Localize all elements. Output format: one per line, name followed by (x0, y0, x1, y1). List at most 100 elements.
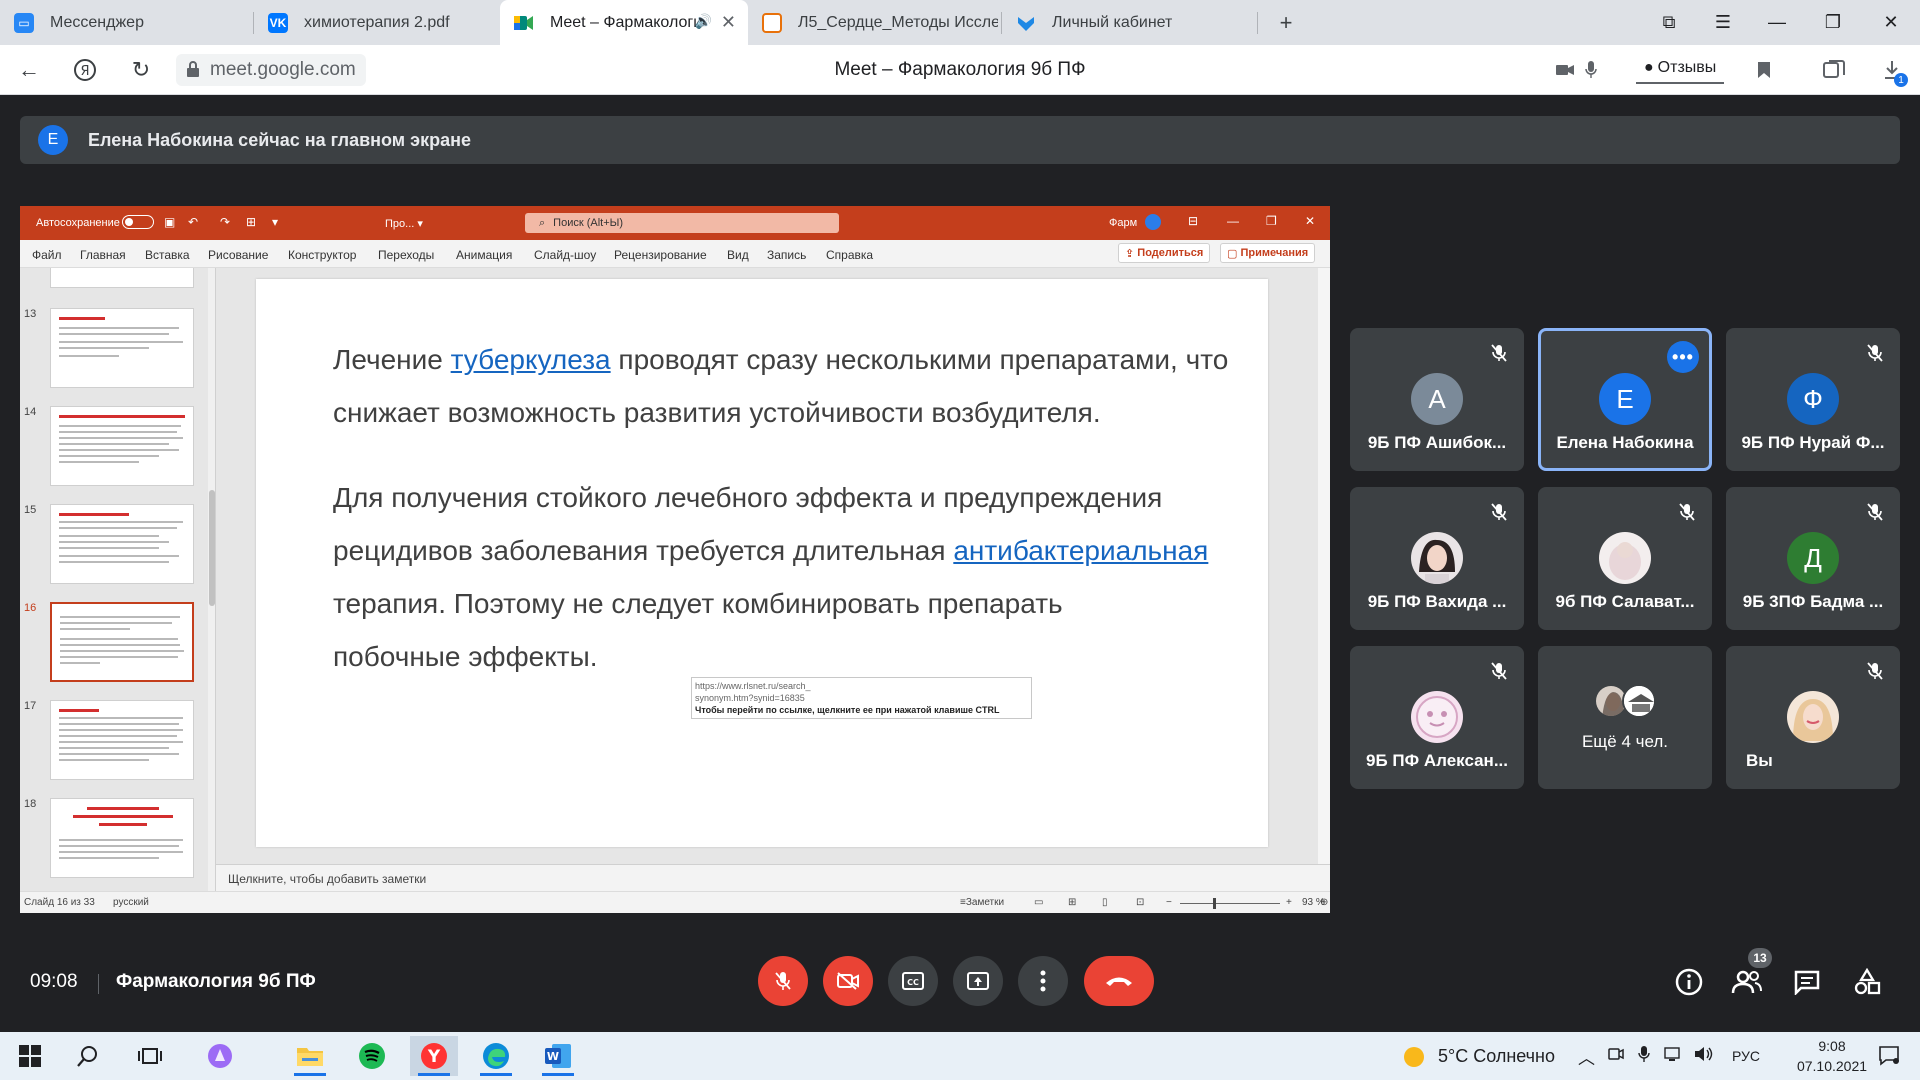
taskbar-spotify[interactable] (348, 1036, 396, 1076)
tab-insert[interactable]: Вставка (145, 248, 190, 262)
participant-tile[interactable]: 9Б ПФ Алексан... (1350, 646, 1524, 789)
tab-account[interactable]: Личный кабинет (1002, 0, 1258, 45)
yandex-button[interactable]: Я (70, 55, 100, 85)
new-tab-button[interactable]: + (1272, 9, 1300, 37)
notes-toggle[interactable]: ≡Заметки (960, 897, 1004, 908)
mic-toggle-button[interactable] (758, 956, 808, 1006)
task-view-button[interactable] (126, 1036, 174, 1076)
network-icon[interactable] (1664, 1046, 1682, 1067)
participant-tile[interactable]: А 9Б ПФ Ашибок... (1350, 328, 1524, 471)
zoom-in-icon[interactable]: + (1286, 897, 1292, 908)
tab-file[interactable]: Файл (32, 248, 62, 262)
taskbar-edge[interactable] (472, 1036, 520, 1076)
collections-icon[interactable] (1820, 57, 1848, 83)
more-options-button[interactable]: ••• (1667, 341, 1699, 373)
reload-button[interactable]: ↻ (126, 55, 156, 85)
taskbar-word[interactable]: W (534, 1036, 582, 1076)
meet-tray-icon[interactable] (1608, 1046, 1624, 1067)
back-button[interactable]: ← (14, 55, 44, 85)
tab-messenger[interactable]: ▭ Мессенджер (0, 0, 254, 45)
camera-icon[interactable] (1554, 57, 1576, 83)
file-name[interactable]: Про... ▾ (385, 217, 423, 230)
save-icon[interactable]: ▣ (164, 215, 175, 229)
present-icon[interactable]: ⊞ (246, 215, 256, 229)
close-tab-icon[interactable]: ✕ (721, 12, 736, 33)
start-button[interactable] (6, 1036, 54, 1076)
thumbnail-16[interactable] (50, 602, 194, 682)
slide-scrollbar[interactable] (1318, 268, 1330, 864)
present-screen-button[interactable] (953, 956, 1003, 1006)
zoom-out-icon[interactable]: − (1166, 897, 1172, 908)
input-language[interactable]: РУС (1732, 1048, 1760, 1064)
zoom-slider[interactable] (1180, 903, 1280, 904)
tab-record[interactable]: Запись (767, 248, 806, 262)
volume-icon[interactable] (1694, 1045, 1714, 1068)
weather-text[interactable]: 5°C Солнечно (1438, 1046, 1555, 1067)
participants-button[interactable] (1730, 965, 1764, 999)
participant-tile[interactable]: Д 9Б 3ПФ Бадма ... (1726, 487, 1900, 630)
user-avatar[interactable] (1145, 214, 1161, 230)
search-button[interactable] (64, 1036, 112, 1076)
maximize-button[interactable]: ❐ (1810, 0, 1856, 45)
taskbar-date[interactable]: 07.10.2021 (1794, 1058, 1870, 1074)
slideshow-view-icon[interactable]: ⊡ (1136, 897, 1144, 908)
share-button[interactable]: ⇪ Поделиться (1118, 243, 1211, 263)
restore-icon[interactable]: ❐ (1266, 214, 1277, 228)
weather-icon[interactable] (1402, 1045, 1426, 1074)
close-window-button[interactable]: ✕ (1868, 0, 1914, 45)
autosave-toggle[interactable] (122, 215, 154, 229)
customize-icon[interactable]: ▾ (272, 215, 278, 229)
close-icon[interactable]: ✕ (1305, 214, 1315, 228)
participant-tile-speaking[interactable]: ••• Е Елена Набокина (1538, 328, 1712, 471)
tab-transitions[interactable]: Переходы (378, 248, 434, 262)
taskbar-time[interactable]: 9:08 (1794, 1038, 1870, 1054)
notes-pane[interactable]: Щелкните, чтобы добавить заметки (216, 864, 1330, 891)
meeting-info-button[interactable] (1672, 965, 1706, 999)
leave-call-button[interactable] (1084, 956, 1154, 1006)
thumbnail-scrollbar[interactable] (208, 268, 215, 891)
menu-icon[interactable]: ☰ (1700, 0, 1746, 45)
self-tile[interactable]: Вы (1726, 646, 1900, 789)
captions-button[interactable]: CC (888, 956, 938, 1006)
tab-slideshow[interactable]: Слайд-шоу (534, 248, 596, 262)
chat-button[interactable] (1790, 965, 1824, 999)
tuberculosis-link[interactable]: туберкулеза (451, 344, 611, 375)
tab-help[interactable]: Справка (826, 248, 873, 262)
tabs-manager-icon[interactable]: ⧉ (1646, 0, 1692, 45)
tab-lecture-pdf[interactable]: Л5_Сердце_Методы Иссле (748, 0, 1002, 45)
thumbnail-14[interactable] (50, 406, 194, 486)
more-participants-tile[interactable]: Ещё 4 чел. (1538, 646, 1712, 789)
fit-slide-icon[interactable]: ⊕ (1320, 897, 1328, 908)
tab-home[interactable]: Главная (80, 248, 126, 262)
ribbon-display-icon[interactable]: ⊟ (1188, 214, 1198, 228)
microphone-tray-icon[interactable] (1638, 1045, 1650, 1068)
bookmark-icon[interactable] (1752, 57, 1776, 83)
taskbar-yandex-browser[interactable]: Y (410, 1036, 458, 1076)
slide-sorter-icon[interactable]: ⊞ (1068, 897, 1076, 908)
tab-meet[interactable]: Meet – Фармакологи 🔊 ✕ (500, 0, 748, 45)
alice-assistant-button[interactable] (196, 1036, 244, 1076)
comments-button[interactable]: ▢ Примечания (1220, 243, 1316, 263)
thumbnail-17[interactable] (50, 700, 194, 780)
thumbnail-15[interactable] (50, 504, 194, 584)
participant-tile[interactable]: Ф 9Б ПФ Нурай Ф... (1726, 328, 1900, 471)
reviews-button[interactable]: ● Отзывы (1636, 54, 1725, 84)
camera-toggle-button[interactable] (823, 956, 873, 1006)
minimize-icon[interactable]: — (1227, 214, 1239, 228)
tab-review[interactable]: Рецензирование (614, 248, 707, 262)
normal-view-icon[interactable]: ▭ (1034, 897, 1043, 908)
tab-pdf[interactable]: VK химиотерапия 2.pdf (254, 0, 500, 45)
speaker-icon[interactable]: 🔊 (695, 13, 712, 30)
more-options-button[interactable] (1018, 956, 1068, 1006)
tab-animation[interactable]: Анимация (456, 248, 512, 262)
minimize-button[interactable]: — (1754, 0, 1800, 45)
notifications-icon[interactable] (1878, 1044, 1900, 1071)
antibacterial-link[interactable]: антибактериальная (953, 535, 1208, 566)
reading-view-icon[interactable]: ▯ (1102, 897, 1108, 908)
thumbnail-18[interactable] (50, 798, 194, 878)
taskbar-explorer[interactable] (286, 1036, 334, 1076)
activities-button[interactable] (1850, 965, 1884, 999)
show-hidden-icons-icon[interactable]: ︿ (1578, 1044, 1595, 1069)
participant-tile[interactable]: 9Б ПФ Вахида ... (1350, 487, 1524, 630)
participant-tile[interactable]: 9б ПФ Салават... (1538, 487, 1712, 630)
